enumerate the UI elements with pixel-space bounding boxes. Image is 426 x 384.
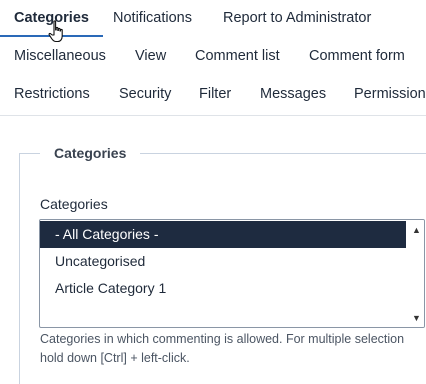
chevron-down-icon[interactable]: ▼ <box>412 313 421 323</box>
tab-notifications[interactable]: Notifications <box>113 0 192 36</box>
tab-restrictions[interactable]: Restrictions <box>14 76 90 112</box>
tab-comment-form[interactable]: Comment form <box>309 38 405 74</box>
option-article-category-1[interactable]: Article Category 1 <box>40 275 406 302</box>
option-uncategorised[interactable]: Uncategorised <box>40 248 406 275</box>
tab-report-to-administrator[interactable]: Report to Administrator <box>223 0 371 36</box>
tab-messages[interactable]: Messages <box>260 76 326 112</box>
tab-permission[interactable]: Permission <box>354 76 426 112</box>
listbox-scrollbar[interactable]: ▲ ▼ <box>408 220 424 327</box>
fieldset-legend: Categories <box>40 143 141 163</box>
tab-comment-list[interactable]: Comment list <box>195 38 280 74</box>
categories-select[interactable]: - All Categories - Uncategorised Article… <box>39 219 425 328</box>
hand-pointer-icon <box>48 20 63 43</box>
categories-help-text: Categories in which commenting is allowe… <box>40 332 405 365</box>
option-all-categories[interactable]: - All Categories - <box>40 221 406 248</box>
tab-view[interactable]: View <box>135 38 166 74</box>
tabs-divider <box>0 115 426 116</box>
categories-field-label: Categories <box>40 196 108 212</box>
tab-row-3: Restrictions Security Filter Messages Pe… <box>0 76 426 114</box>
tab-filter[interactable]: Filter <box>199 76 231 112</box>
tab-security[interactable]: Security <box>119 76 171 112</box>
chevron-up-icon[interactable]: ▲ <box>412 225 421 235</box>
